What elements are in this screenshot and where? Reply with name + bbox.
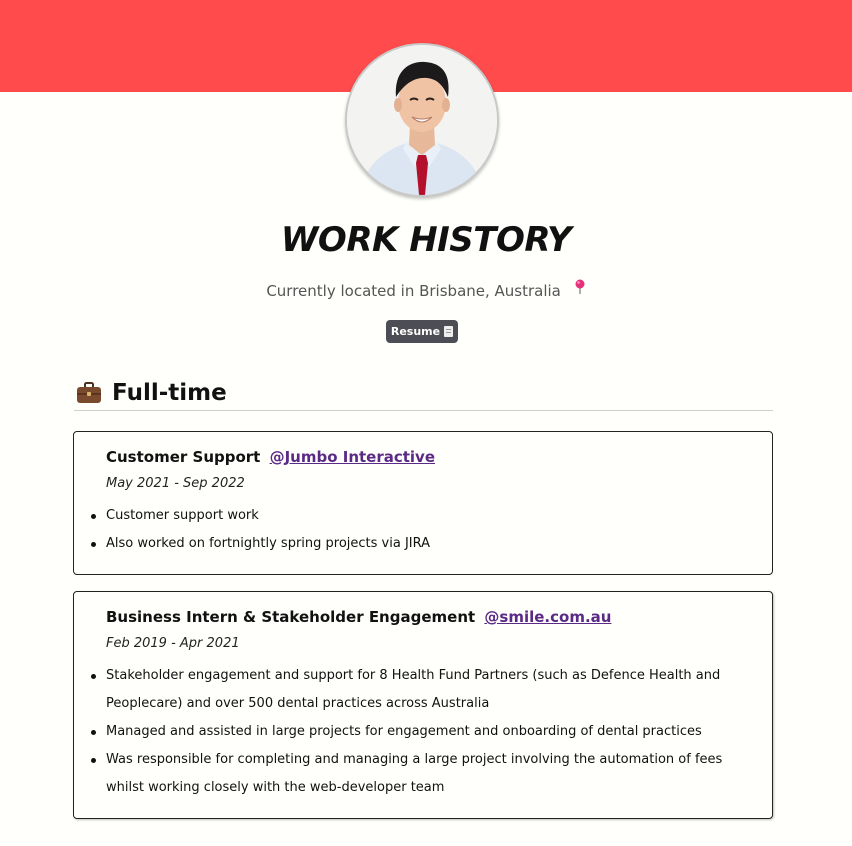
list-item: Stakeholder engagement and support for 8…	[91, 662, 746, 718]
location-text: Currently located in Brisbane, Australia	[0, 279, 852, 302]
resume-button[interactable]: Resume	[386, 320, 458, 343]
job-title: Business Intern & Stakeholder Engagement…	[106, 608, 611, 626]
company-link[interactable]: @smile.com.au	[484, 608, 611, 626]
job-role: Customer Support	[106, 448, 261, 466]
company-link[interactable]: @Jumbo Interactive	[270, 448, 435, 466]
profile-photo	[347, 45, 497, 195]
section-heading-label: Full-time	[112, 380, 227, 406]
job-card: Business Intern & Stakeholder Engagement…	[73, 591, 773, 819]
list-item: Was responsible for completing and manag…	[91, 746, 746, 802]
job-dates: May 2021 - Sep 2022	[106, 476, 245, 491]
job-role: Business Intern & Stakeholder Engagement	[106, 608, 476, 626]
location-label: Currently located in Brisbane, Australia	[266, 282, 561, 300]
job-dates: Feb 2019 - Apr 2021	[106, 636, 240, 651]
job-bullets: Customer support work Also worked on for…	[74, 502, 746, 558]
list-item: Also worked on fortnightly spring projec…	[91, 530, 746, 558]
job-title: Customer Support @Jumbo Interactive	[106, 448, 435, 466]
document-icon	[444, 326, 454, 337]
avatar	[345, 43, 499, 197]
pin-icon	[574, 279, 586, 301]
briefcase-icon	[76, 382, 102, 404]
section-heading-full-time: Full-time	[74, 376, 773, 411]
resume-button-label: Resume	[390, 325, 441, 338]
job-bullets: Stakeholder engagement and support for 8…	[74, 662, 746, 802]
list-item: Customer support work	[91, 502, 746, 530]
list-item: Managed and assisted in large projects f…	[91, 718, 746, 746]
job-card: Customer Support @Jumbo Interactive May …	[73, 431, 773, 575]
page-title: WORK HISTORY	[280, 220, 572, 260]
